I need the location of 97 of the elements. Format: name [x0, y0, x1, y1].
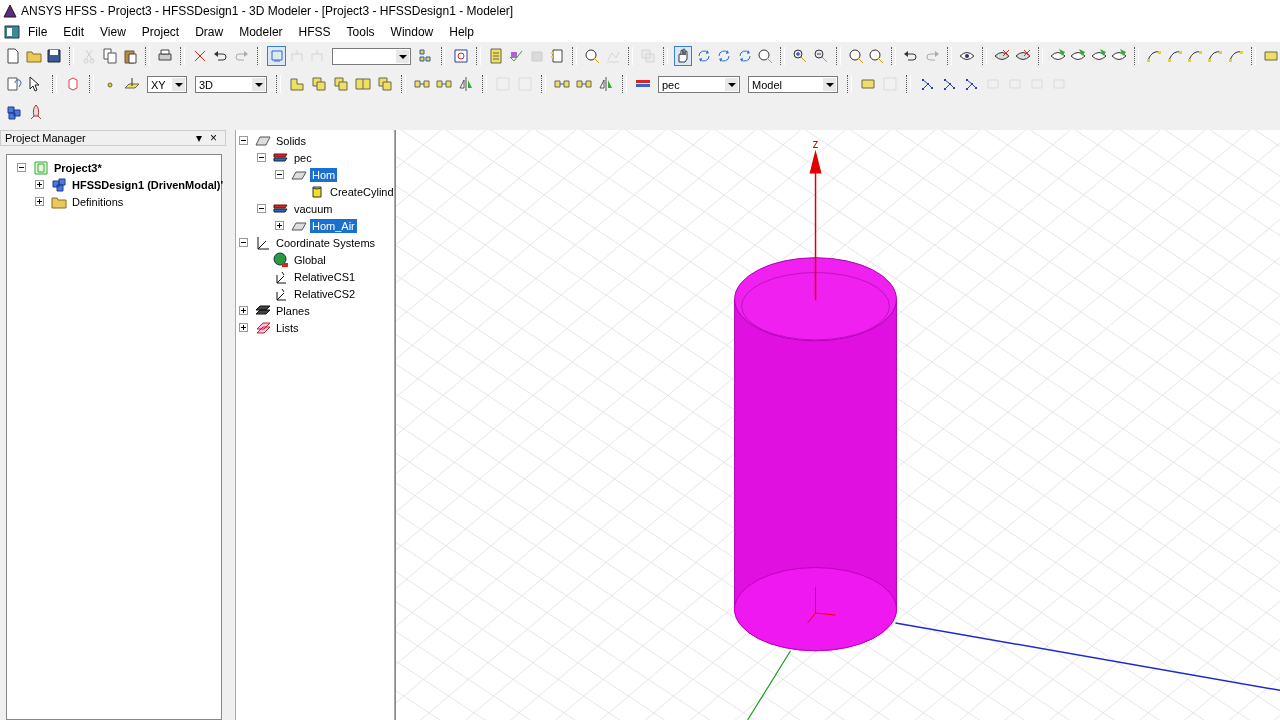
- rocket-icon[interactable]: [28, 104, 44, 120]
- list-icon[interactable]: [549, 48, 566, 64]
- zoom-icon[interactable]: [847, 48, 864, 64]
- axes-icon: [255, 234, 271, 251]
- globe-icon: [273, 251, 289, 268]
- new-file-icon[interactable]: [5, 48, 22, 64]
- dropdown[interactable]: pec: [658, 75, 740, 93]
- menu-item[interactable]: Edit: [55, 25, 93, 39]
- tree-item[interactable]: Hom: [310, 167, 338, 182]
- mirror-icon[interactable]: [458, 76, 474, 92]
- expander[interactable]: [35, 197, 44, 206]
- save-icon[interactable]: [46, 48, 63, 64]
- tree-item[interactable]: Planes: [274, 303, 312, 318]
- curve-icon[interactable]: [1187, 48, 1204, 64]
- vertices-icon[interactable]: [963, 76, 979, 92]
- panel-title: Project Manager: [5, 132, 86, 144]
- vertices-icon[interactable]: [941, 76, 957, 92]
- window-title: ANSYS HFSS - Project3 - HFSSDesign1 - 3D Modeler - [Project3 - HFSSDesign1 - Modeler]: [21, 4, 514, 18]
- tree-item[interactable]: vacuum: [292, 201, 335, 216]
- curve-icon[interactable]: [1207, 48, 1224, 64]
- help-icon[interactable]: [6, 76, 22, 92]
- menu-item[interactable]: Modeler: [231, 25, 291, 39]
- copy-icon[interactable]: [101, 48, 118, 64]
- undo-icon[interactable]: [212, 48, 229, 64]
- paste-icon[interactable]: [122, 48, 139, 64]
- expander[interactable]: [239, 323, 248, 332]
- dropdown[interactable]: 3D: [195, 75, 267, 93]
- expander[interactable]: [239, 136, 248, 145]
- design-icon: [51, 176, 67, 193]
- zoom-icon[interactable]: [756, 48, 773, 64]
- print-icon[interactable]: [157, 48, 174, 64]
- expander[interactable]: [275, 170, 284, 179]
- validate-icon[interactable]: [508, 48, 525, 64]
- tree-item[interactable]: Lists: [274, 320, 301, 335]
- lists-icon: [255, 319, 271, 336]
- project-icon: [33, 159, 49, 176]
- tree-item[interactable]: CreateCylind: [328, 184, 394, 199]
- rotate-icon[interactable]: [736, 48, 753, 64]
- vertices-icon[interactable]: [919, 76, 935, 92]
- curve-icon[interactable]: [1146, 48, 1163, 64]
- zoom-in-icon[interactable]: [792, 48, 809, 64]
- operation-icon: [309, 183, 325, 200]
- tree-item[interactable]: Solids: [274, 133, 308, 148]
- app-logo-icon: [2, 3, 18, 19]
- expander[interactable]: [257, 153, 266, 162]
- menu-item[interactable]: Tools: [338, 25, 383, 39]
- select-icon[interactable]: [268, 48, 285, 64]
- dropdown[interactable]: [331, 47, 412, 65]
- zoom-icon[interactable]: [868, 48, 885, 64]
- tree-item[interactable]: RelativeCS2: [292, 286, 358, 301]
- expander[interactable]: [35, 180, 44, 189]
- tree-item[interactable]: Project3*: [52, 160, 104, 175]
- tree-item[interactable]: Hom_Air: [310, 218, 357, 233]
- curve-icon[interactable]: [1227, 48, 1244, 64]
- zoom-icon[interactable]: [584, 48, 601, 64]
- tree-item[interactable]: RelativeCS1: [292, 269, 358, 284]
- curve-icon[interactable]: [1166, 48, 1183, 64]
- mirror-icon[interactable]: [598, 76, 614, 92]
- menu-item[interactable]: Project: [133, 25, 188, 39]
- pin-button[interactable]: ▾: [192, 131, 206, 145]
- tree-item[interactable]: Global: [292, 252, 328, 267]
- tree-item[interactable]: pec: [292, 150, 314, 165]
- menu-item[interactable]: View: [92, 25, 134, 39]
- shape-icon[interactable]: [289, 76, 305, 92]
- dropdown[interactable]: Model: [748, 75, 838, 93]
- cube-icon[interactable]: [65, 76, 81, 92]
- hierarchy-icon[interactable]: [417, 48, 434, 64]
- axis-label: z: [812, 136, 819, 151]
- zoom-out-icon[interactable]: [812, 48, 829, 64]
- close-button[interactable]: ×: [206, 131, 221, 145]
- origin-marker-icon: [807, 586, 836, 624]
- menu-item[interactable]: File: [20, 25, 56, 39]
- tree-item[interactable]: Definitions: [70, 194, 126, 209]
- tree-item[interactable]: Coordinate Systems: [274, 235, 378, 250]
- report-icon[interactable]: [452, 48, 469, 64]
- tree-item[interactable]: HFSSDesign1 (DrivenModal)': [70, 177, 226, 192]
- menu-item[interactable]: HFSS: [290, 25, 339, 39]
- menu-item[interactable]: Window: [382, 25, 442, 39]
- shape-icon[interactable]: [355, 76, 371, 92]
- axis-line: [747, 650, 792, 720]
- shape-icon[interactable]: [333, 76, 349, 92]
- expander[interactable]: [275, 221, 284, 230]
- undo-icon[interactable]: [903, 48, 920, 64]
- expander[interactable]: [239, 238, 248, 247]
- document-icon[interactable]: [4, 24, 20, 40]
- shape-icon[interactable]: [311, 76, 327, 92]
- shape-icon[interactable]: [377, 76, 393, 92]
- rotate-icon[interactable]: [695, 48, 712, 64]
- cubes-icon[interactable]: [6, 104, 22, 120]
- plane-icon[interactable]: [124, 76, 140, 92]
- rotate-icon[interactable]: [716, 48, 733, 64]
- expander[interactable]: [17, 163, 26, 172]
- expander[interactable]: [257, 204, 266, 213]
- dropdown[interactable]: XY: [147, 75, 187, 93]
- menu-item[interactable]: Draw: [187, 25, 232, 39]
- expander[interactable]: [239, 306, 248, 315]
- menu-item[interactable]: Help: [441, 25, 482, 39]
